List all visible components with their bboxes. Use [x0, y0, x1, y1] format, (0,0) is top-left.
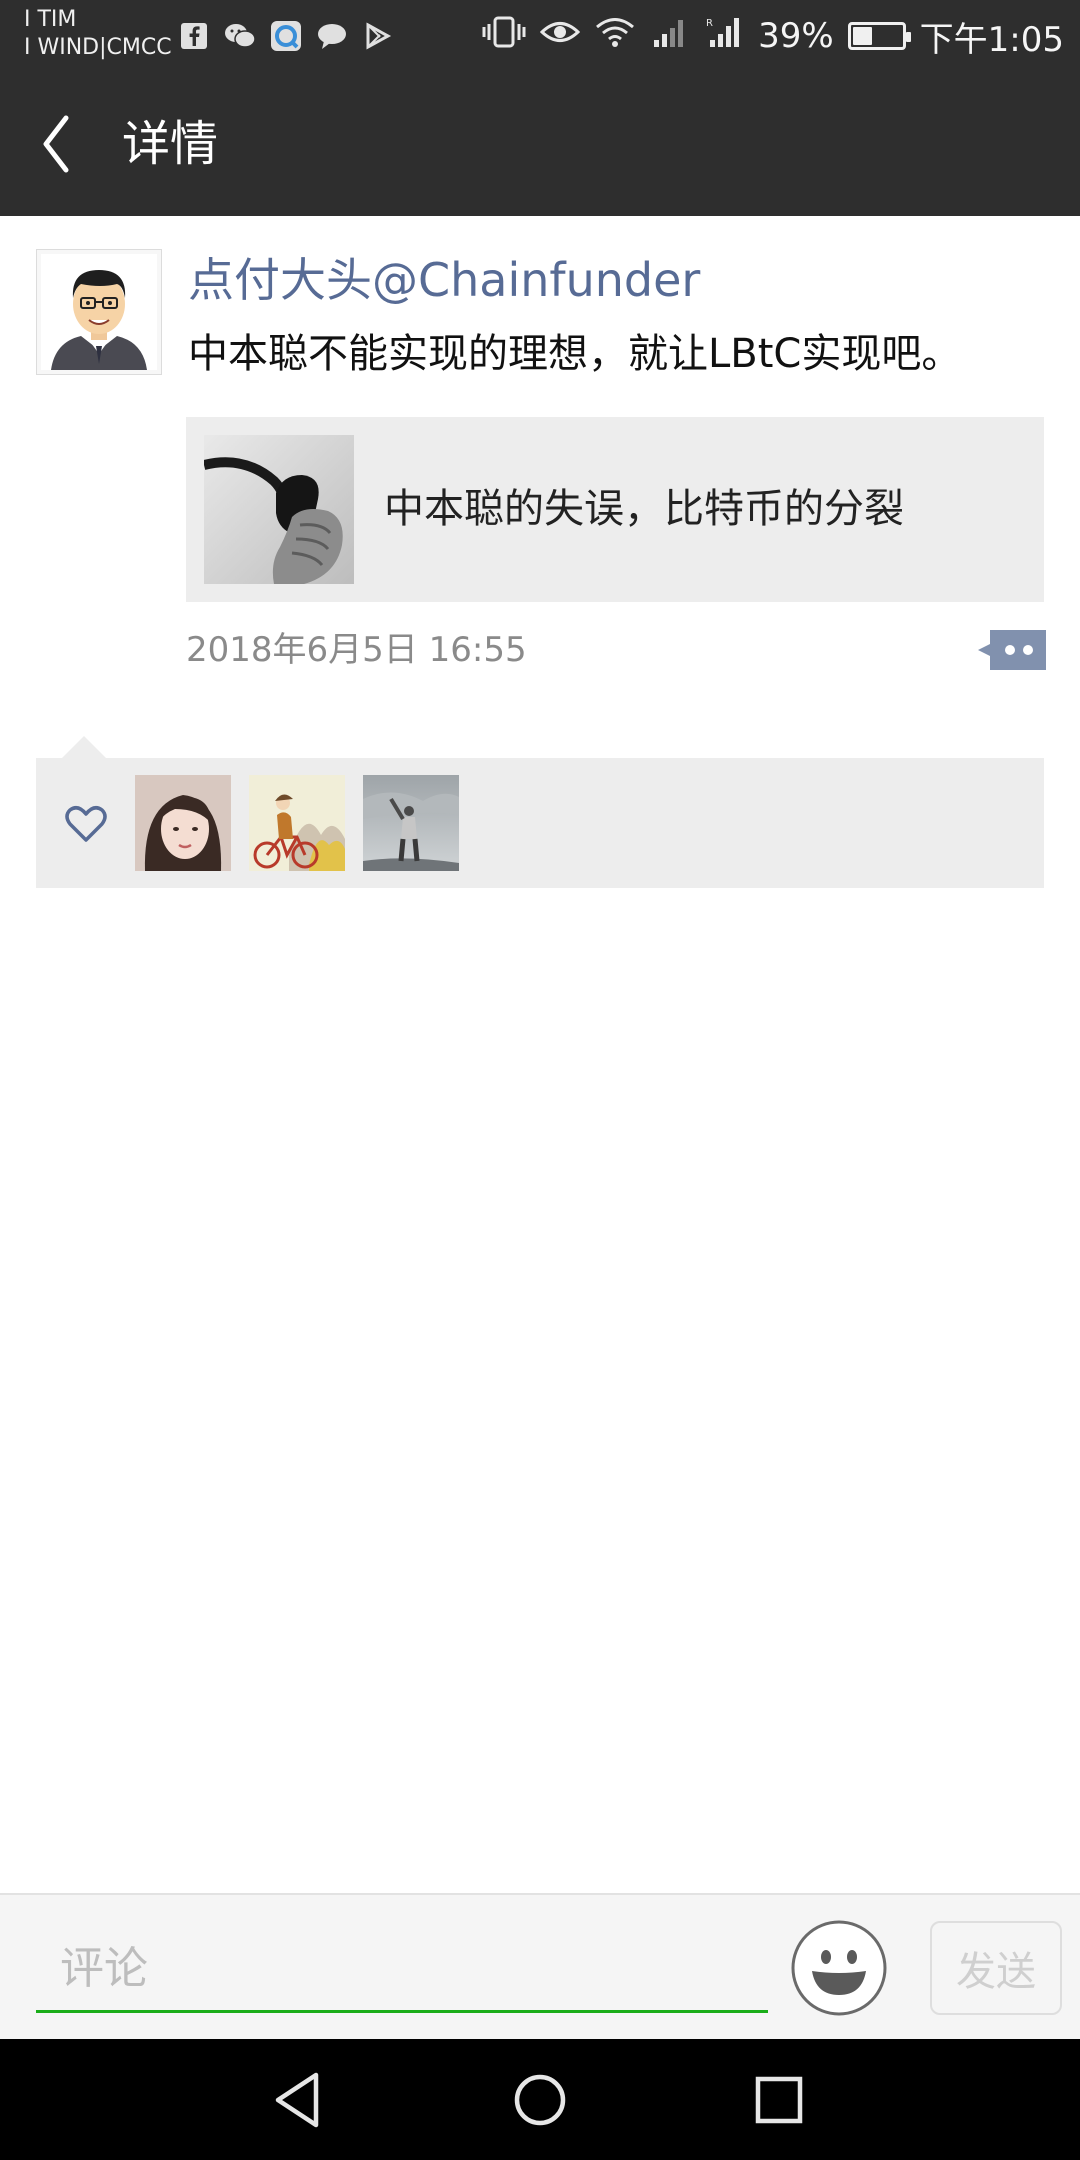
title-bar: 详情 — [0, 72, 1080, 216]
page-title: 详情 — [122, 116, 219, 172]
likes-panel — [36, 736, 1044, 888]
send-button[interactable]: 发送 — [930, 1921, 1062, 2015]
link-card[interactable]: 中本聪的失误，比特币的分裂 — [186, 417, 1044, 602]
signal-icon — [650, 16, 690, 57]
square-recents-icon — [755, 2076, 803, 2124]
battery-percent: 39% — [758, 16, 834, 56]
qq-browser-icon — [270, 20, 302, 52]
cartoon-man-avatar-image — [41, 254, 157, 370]
triangle-back-icon — [275, 2072, 319, 2128]
smiley-face-icon — [791, 1920, 887, 2016]
pipe-hand-image — [202, 435, 354, 584]
battery-icon — [847, 22, 911, 50]
carrier-info: I TIM I WIND|CMCC — [24, 6, 172, 62]
author-avatar[interactable] — [36, 249, 162, 375]
likes-arrow — [62, 736, 106, 758]
author-name-link[interactable]: 点付大头@Chainfunder — [188, 250, 700, 310]
liker-avatar-2[interactable] — [249, 775, 345, 871]
signal-roaming-icon: R — [704, 16, 744, 57]
wifi-icon — [594, 16, 636, 57]
message-icon — [316, 20, 348, 52]
comment-like-menu-button[interactable] — [978, 628, 1046, 672]
play-store-icon — [362, 20, 394, 52]
comment-bar: 评论 发送 — [0, 1893, 1080, 2039]
vibrate-icon — [482, 14, 526, 59]
circle-home-icon — [514, 2074, 566, 2126]
svg-text:R: R — [706, 18, 713, 29]
chevron-left-icon — [43, 115, 69, 173]
woman-portrait-image — [135, 775, 231, 871]
post-timestamp: 2018年6月5日 16:55 — [186, 630, 527, 670]
link-title: 中本聪的失误，比特币的分裂 — [384, 486, 904, 532]
navigation-bar — [0, 2039, 1080, 2160]
liker-avatar-1[interactable] — [135, 775, 231, 871]
eye-icon — [539, 16, 581, 56]
carrier-line-2: I WIND|CMCC — [24, 35, 172, 60]
link-thumbnail — [202, 435, 354, 584]
man-on-rock-image — [363, 775, 459, 871]
heart-icon — [64, 802, 108, 846]
comment-input[interactable]: 评论 — [36, 1925, 768, 2013]
post-text: 中本聪不能实现的理想，就让LBtC实现吧。 — [188, 331, 962, 377]
more-dots-icon — [978, 630, 1046, 670]
comment-placeholder: 评论 — [60, 1943, 148, 1994]
carrier-line-1: I TIM — [24, 7, 77, 32]
clock: 下午1:05 — [919, 19, 1064, 60]
notification-icons — [178, 18, 394, 54]
bicycle-illustration-image — [249, 775, 345, 871]
battery-fill — [852, 27, 872, 45]
nav-recents-button[interactable] — [746, 2067, 812, 2133]
emoji-button[interactable] — [790, 1919, 888, 2017]
wechat-icon — [224, 20, 256, 52]
nav-back-button[interactable] — [266, 2067, 332, 2133]
status-bar: I TIM I WIND|CMCC R 39% 下午1:05 — [0, 0, 1080, 72]
facebook-icon — [178, 20, 210, 52]
back-button[interactable] — [32, 108, 96, 180]
status-right: R 39% 下午1:05 — [482, 14, 1064, 60]
liker-avatar-3[interactable] — [363, 775, 459, 871]
nav-home-button[interactable] — [507, 2067, 573, 2133]
